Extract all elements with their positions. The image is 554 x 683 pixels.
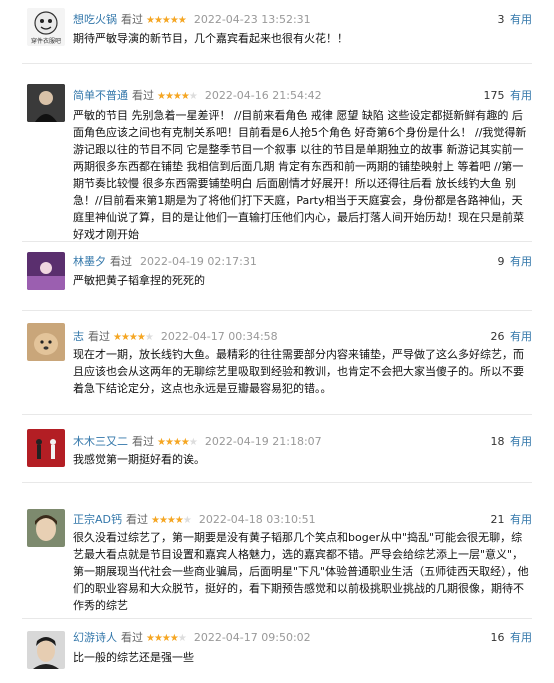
vote-count: 16 (490, 631, 505, 644)
comment-text: 比一般的综艺还是强一些 (73, 651, 194, 664)
watched-label: 看过 (126, 513, 148, 526)
watched-label: 看过 (132, 435, 154, 448)
comment-item: 简单不普通 看过 ★★★★★ 2022-04-16 21:54:42 175 有用 严… (0, 64, 554, 242)
comment-meta: 正宗AD钙 看过 ★★★★★ 2022-04-18 03:10:51 21 有用 (73, 511, 532, 527)
comment-text: 我感觉第一期挺好看的诶。 (73, 453, 205, 466)
comment-text: 现在才一期，放长线钓大鱼。最精彩的往往需要部分内容来铺垫，严导做了这么多好综艺，… (73, 348, 524, 395)
vote-area: 18 有用 (491, 433, 533, 449)
author-link[interactable]: 木木三又二 (73, 435, 128, 448)
avatar[interactable] (27, 252, 65, 290)
comment-time: 2022-04-17 09:50:02 (193, 631, 311, 644)
comment-meta: 幻游诗人 看过 ★★★★★ 2022-04-17 09:50:02 16 有用 (73, 629, 532, 645)
comment-time: 2022-04-19 21:18:07 (204, 435, 322, 448)
vote-count: 21 (490, 513, 505, 526)
vote-count: 9 (497, 255, 505, 268)
avatar[interactable] (27, 84, 65, 122)
comment-meta: 木木三又二 看过 ★★★★★ 2022-04-19 21:18:07 18 有用 (73, 433, 532, 449)
author-link[interactable]: 志 (73, 330, 84, 343)
comment-text: 严敏的节目 先别急着一星差评！ //目前来看角色 戒律 愿望 缺陷 这些设定都挺… (73, 109, 527, 241)
useful-button[interactable]: 有用 (510, 513, 532, 526)
comment-meta: 林墨夕 看过 2022-04-19 02:17:31 9 有用 (73, 253, 532, 269)
watched-label: 看过 (121, 13, 143, 26)
comment-item: 幻游诗人 看过 ★★★★★ 2022-04-17 09:50:02 16 有用 比一般… (0, 619, 554, 683)
useful-button[interactable]: 有用 (510, 435, 532, 448)
comment-meta: 想吃火锅 看过 ★★★★★ 2022-04-23 13:52:31 3 有用 (73, 11, 532, 27)
watched-label: 看过 (132, 89, 154, 102)
rating-stars: ★★★★★ (157, 91, 198, 102)
useful-button[interactable]: 有用 (510, 13, 532, 26)
vote-area: 9 有用 (498, 253, 533, 269)
author-link[interactable]: 想吃火锅 (73, 13, 117, 26)
watched-label: 看过 (110, 255, 132, 268)
vote-area: 16 有用 (491, 629, 533, 645)
useful-button[interactable]: 有用 (510, 631, 532, 644)
rating-stars: ★★★★★ (151, 515, 192, 526)
comment-time: 2022-04-19 02:17:31 (140, 255, 257, 268)
comment-text: 严敏把黄子韬拿捏的死死的 (73, 274, 205, 287)
comment-time: 2022-04-23 13:52:31 (193, 13, 311, 26)
avatar[interactable] (27, 509, 65, 547)
vote-count: 18 (490, 435, 505, 448)
vote-area: 175 有用 (484, 87, 533, 103)
comment-item: 林墨夕 看过 2022-04-19 02:17:31 9 有用 严敏把黄子韬拿捏的死… (0, 242, 554, 311)
vote-count: 26 (490, 330, 505, 343)
comment-time: 2022-04-18 03:10:51 (198, 513, 316, 526)
comment-time: 2022-04-16 21:54:42 (204, 89, 322, 102)
rating-stars: ★★★★★ (157, 437, 198, 448)
vote-count: 175 (483, 89, 505, 102)
useful-button[interactable]: 有用 (510, 330, 532, 343)
comment-meta: 简单不普通 看过 ★★★★★ 2022-04-16 21:54:42 175 有用 (73, 87, 532, 103)
vote-area: 21 有用 (491, 511, 533, 527)
rating-stars: ★★★★★ (146, 15, 187, 26)
avatar[interactable] (27, 323, 65, 361)
comment-text: 期待严敏导演的新节目，几个嘉宾看起来也很有火花！！ (73, 32, 348, 45)
useful-button[interactable]: 有用 (510, 255, 532, 268)
author-link[interactable]: 幻游诗人 (73, 631, 117, 644)
vote-area: 3 有用 (498, 11, 533, 27)
watched-label: 看过 (88, 330, 110, 343)
author-link[interactable]: 正宗AD钙 (73, 513, 122, 526)
avatar[interactable] (27, 631, 65, 669)
watched-label: 看过 (121, 631, 143, 644)
comment-item: 木木三又二 看过 ★★★★★ 2022-04-19 21:18:07 18 有用 我感… (0, 415, 554, 483)
useful-button[interactable]: 有用 (510, 89, 532, 102)
vote-count: 3 (497, 13, 505, 26)
avatar[interactable] (27, 429, 65, 467)
comment-item: 志看过 ★★★★★ 2022-04-17 00:34:58 26 有用 现在才一期，… (0, 311, 554, 415)
comment-item: 穿件衣服吧 想吃火锅 看过 ★★★★★ 2022-04-23 13:52:31 3 有… (0, 0, 554, 64)
author-link[interactable]: 简单不普通 (73, 89, 128, 102)
comment-meta: 志看过 ★★★★★ 2022-04-17 00:34:58 26 有用 (73, 328, 532, 344)
author-link[interactable]: 林墨夕 (73, 255, 106, 268)
comment-time: 2022-04-17 00:34:58 (160, 330, 278, 343)
rating-stars: ★★★★★ (146, 633, 187, 644)
vote-area: 26 有用 (491, 328, 533, 344)
avatar[interactable]: 穿件衣服吧 (27, 8, 65, 46)
comment-text: 很久没看过综艺了，第一期要是没有黄子韬那几个笑点和boger从中"捣乱"可能会很… (73, 531, 529, 612)
avatar-caption: 穿件衣服吧 (30, 38, 61, 45)
comment-item: 正宗AD钙 看过 ★★★★★ 2022-04-18 03:10:51 21 有用 很久… (0, 483, 554, 619)
rating-stars: ★★★★★ (113, 332, 154, 343)
